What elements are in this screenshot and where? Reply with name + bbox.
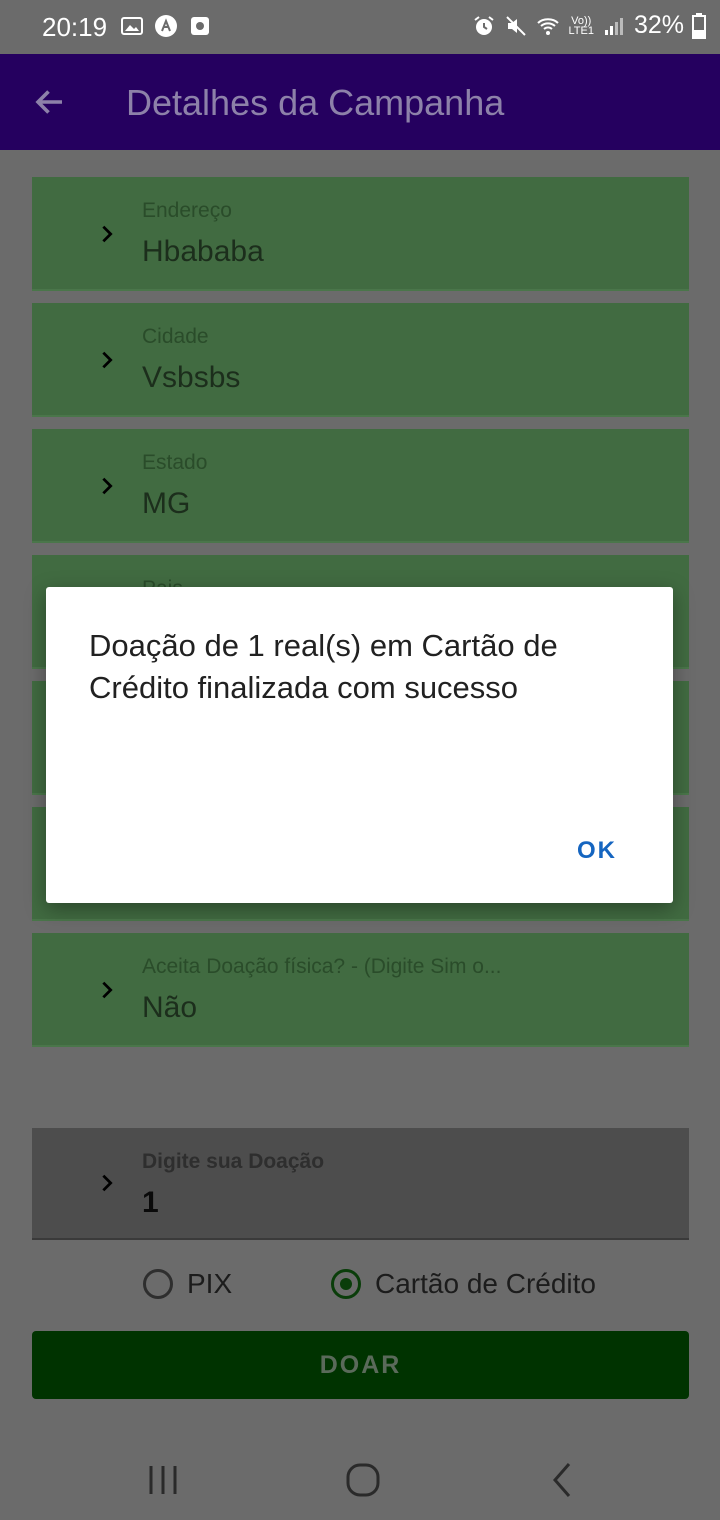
gallery-icon — [121, 17, 143, 35]
back-arrow-icon[interactable] — [32, 84, 68, 120]
donation-label: Digite sua Doação — [142, 1150, 325, 1173]
mute-icon — [506, 15, 527, 36]
chevron-right-icon — [102, 1174, 113, 1192]
wifi-icon — [537, 17, 560, 35]
success-dialog: Doação de 1 real(s) em Cartão de Crédito… — [46, 587, 673, 903]
donation-value: 1 — [142, 1186, 159, 1219]
field-value: Hbababa — [142, 235, 264, 268]
radio-pix-label: PIX — [187, 1268, 233, 1299]
chevron-right-icon — [102, 351, 113, 369]
signal-icon — [604, 17, 623, 35]
nav-back-icon[interactable] — [543, 1460, 583, 1500]
ok-button[interactable]: OK — [577, 837, 617, 865]
radio-checked-icon — [331, 1269, 361, 1299]
donate-button[interactable]: DOAR — [32, 1331, 689, 1399]
field-physical-donation[interactable]: Aceita Doação física? - (Digite Sim o...… — [32, 933, 689, 1047]
page-title: Detalhes da Campanha — [126, 82, 505, 123]
chevron-right-icon — [102, 477, 113, 495]
field-label: Cidade — [142, 325, 209, 348]
status-right: Vo)) LTE1 32% — [472, 11, 706, 40]
status-bar: 20:19 Vo)) LTE1 32% — [0, 0, 720, 54]
app-bar: Detalhes da Campanha — [0, 54, 720, 150]
field-value: Vsbsbs — [142, 361, 241, 394]
home-icon[interactable] — [343, 1460, 383, 1500]
field-label: Aceita Doação física? - (Digite Sim o... — [142, 955, 502, 978]
app-notification-icon — [155, 15, 177, 37]
chevron-right-icon — [102, 225, 113, 243]
chevron-right-icon — [102, 981, 113, 999]
field-label: Estado — [142, 451, 208, 474]
radio-unchecked-icon — [143, 1269, 173, 1299]
donation-input[interactable]: Digite sua Doação 1 — [32, 1128, 689, 1240]
recent-apps-icon[interactable] — [143, 1460, 183, 1500]
media-icon — [191, 17, 209, 35]
battery-icon — [692, 12, 706, 39]
dialog-message: Doação de 1 real(s) em Cartão de Crédito… — [89, 628, 558, 705]
field-state[interactable]: Estado MG — [32, 429, 689, 543]
volte-indicator: Vo)) LTE1 — [568, 14, 594, 37]
status-time: 20:19 — [42, 12, 108, 42]
navigation-bar — [0, 1430, 720, 1520]
payment-options: PIX Cartão de Crédito — [0, 1264, 720, 1312]
field-label: Endereço — [142, 199, 232, 222]
battery-percent: 32% — [633, 11, 684, 39]
radio-credit-card[interactable]: Cartão de Crédito — [331, 1268, 596, 1300]
lte-label: LTE1 — [568, 24, 594, 37]
radio-pix[interactable]: PIX — [143, 1268, 232, 1300]
field-value: MG — [142, 487, 191, 520]
field-value: Não — [142, 991, 198, 1024]
field-address[interactable]: Endereço Hbababa — [32, 177, 689, 291]
radio-card-label: Cartão de Crédito — [375, 1268, 597, 1299]
alarm-icon — [474, 15, 495, 35]
field-city[interactable]: Cidade Vsbsbs — [32, 303, 689, 417]
notification-icons — [120, 14, 212, 38]
volte-label: Vo)) — [571, 14, 592, 27]
